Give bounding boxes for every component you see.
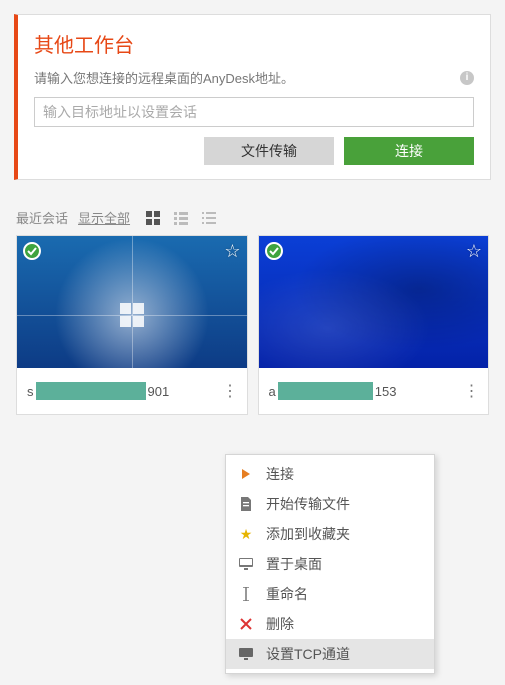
redacted-block xyxy=(36,382,146,400)
play-icon xyxy=(238,468,254,480)
close-icon xyxy=(238,618,254,630)
online-badge-icon xyxy=(23,242,41,260)
text-cursor-icon xyxy=(238,587,254,601)
recent-sessions-label: 最近会话 xyxy=(16,208,68,227)
menu-item-label: 开始传输文件 xyxy=(266,494,350,514)
session-label-prefix: a xyxy=(269,384,276,399)
menu-item-label: 添加到收藏夹 xyxy=(266,524,350,544)
file-transfer-button[interactable]: 文件传输 xyxy=(204,137,334,165)
menu-item-label: 置于桌面 xyxy=(266,554,322,574)
menu-delete[interactable]: 删除 xyxy=(226,609,434,639)
menu-start-transfer[interactable]: 开始传输文件 xyxy=(226,489,434,519)
panel-desc-row: 请输入您想连接的远程桌面的AnyDesk地址。 i xyxy=(34,68,474,87)
info-icon[interactable]: i xyxy=(460,71,474,85)
address-input[interactable] xyxy=(34,97,474,127)
view-mode-icons xyxy=(146,211,216,225)
online-badge-icon xyxy=(265,242,283,260)
session-card-footer: s 901 ⋮ xyxy=(17,368,247,414)
view-list-icon[interactable] xyxy=(174,211,188,225)
session-label-prefix: s xyxy=(27,384,34,399)
file-icon xyxy=(238,497,254,511)
session-cards: ☆ s 901 ⋮ ☆ a 153 ⋮ xyxy=(0,235,505,415)
monitor-icon xyxy=(238,648,254,660)
connect-button[interactable]: 连接 xyxy=(344,137,474,165)
menu-item-label: 重命名 xyxy=(266,584,308,604)
redacted-block xyxy=(278,382,373,400)
menu-rename[interactable]: 重命名 xyxy=(226,579,434,609)
button-row: 文件传输 连接 xyxy=(34,137,474,165)
session-more-icon[interactable]: ⋮ xyxy=(462,381,482,401)
view-grid-icon[interactable] xyxy=(146,211,160,225)
menu-connect[interactable]: 连接 xyxy=(226,459,434,489)
star-icon: ★ xyxy=(238,526,254,543)
session-card[interactable]: ☆ s 901 ⋮ xyxy=(16,235,248,415)
menu-tcp-tunnel[interactable]: 设置TCP通道 xyxy=(226,639,434,669)
windows-logo-icon xyxy=(120,303,144,327)
session-label-suffix: 901 xyxy=(148,384,170,399)
panel-title: 其他工作台 xyxy=(34,29,474,58)
other-workstations-panel: 其他工作台 请输入您想连接的远程桌面的AnyDesk地址。 i 文件传输 连接 xyxy=(14,14,491,180)
session-card[interactable]: ☆ a 153 ⋮ xyxy=(258,235,490,415)
favorite-star-icon[interactable]: ☆ xyxy=(466,241,482,262)
session-label-suffix: 153 xyxy=(375,384,397,399)
panel-desc: 请输入您想连接的远程桌面的AnyDesk地址。 xyxy=(34,68,294,87)
menu-place-desktop[interactable]: 置于桌面 xyxy=(226,549,434,579)
session-thumbnail: ☆ xyxy=(259,236,489,368)
favorite-star-icon[interactable]: ☆ xyxy=(224,241,240,262)
menu-item-label: 连接 xyxy=(266,464,294,484)
menu-item-label: 删除 xyxy=(266,614,294,634)
desktop-icon xyxy=(238,558,254,570)
menu-add-favorite[interactable]: ★ 添加到收藏夹 xyxy=(226,519,434,549)
session-more-icon[interactable]: ⋮ xyxy=(221,381,241,401)
context-menu: 连接 开始传输文件 ★ 添加到收藏夹 置于桌面 重命名 删除 设置TCP通道 xyxy=(225,454,435,674)
view-details-icon[interactable] xyxy=(202,211,216,225)
session-card-footer: a 153 ⋮ xyxy=(259,368,489,414)
recent-sessions-header: 最近会话 显示全部 xyxy=(16,208,489,227)
session-thumbnail: ☆ xyxy=(17,236,247,368)
menu-item-label: 设置TCP通道 xyxy=(266,644,350,664)
show-all-link[interactable]: 显示全部 xyxy=(78,208,130,227)
